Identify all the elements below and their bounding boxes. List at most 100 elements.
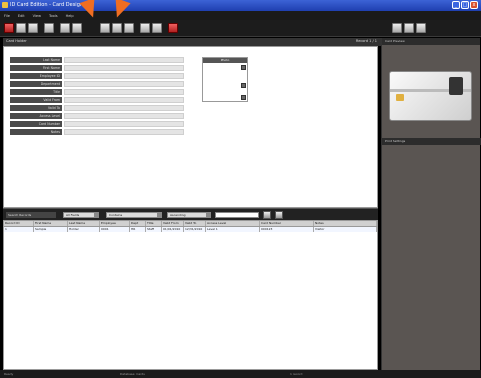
photo-label: Photo [203, 58, 247, 63]
view-list-icon[interactable] [404, 23, 414, 33]
table-cell: 01/01/2010 [162, 227, 184, 232]
field-select[interactable]: All Fields [63, 212, 99, 218]
table-cell: Staff [146, 227, 162, 232]
toolbar [0, 20, 481, 37]
access-level-field[interactable] [64, 113, 184, 119]
table-cell: HR [130, 227, 146, 232]
table-cell: 0001 [100, 227, 130, 232]
column-header[interactable]: Last Name [68, 221, 100, 226]
employee-id-field[interactable] [64, 73, 184, 79]
print-icon[interactable] [44, 23, 54, 33]
column-header[interactable]: First Name [34, 221, 68, 226]
sort-select[interactable]: Ascending [167, 212, 211, 218]
valid-from-field[interactable] [64, 97, 184, 103]
field-label: Last Name [10, 57, 62, 63]
records-grid: Record ID First Name Last Name Employee … [3, 220, 378, 370]
field-label: First Name [10, 65, 62, 71]
save-icon[interactable] [28, 23, 38, 33]
first-record-icon[interactable] [60, 23, 70, 33]
card-chip-icon [396, 94, 404, 101]
column-header[interactable]: Access Level [206, 221, 260, 226]
open-icon[interactable] [16, 23, 26, 33]
close-button[interactable]: x [470, 1, 478, 9]
card-preview-header: Card Preview [382, 38, 480, 45]
card-number-field[interactable] [64, 121, 184, 127]
print-settings-header: Print Settings [382, 138, 481, 145]
chevron-down-icon [206, 213, 210, 217]
window-title: ID Card Edition - Card Designer [10, 2, 89, 8]
card-preview-panel: Card Preview Print Settings [381, 38, 481, 370]
filter-label: Search Records [6, 212, 56, 218]
title-field[interactable] [64, 89, 184, 95]
status-left: Ready [4, 372, 14, 376]
column-header[interactable]: Employee [100, 221, 130, 226]
app-icon [2, 2, 8, 8]
menu-view[interactable]: View [33, 14, 41, 18]
delete-record-icon[interactable] [140, 23, 150, 33]
column-header[interactable]: Valid To [184, 221, 206, 226]
record-header-title: Card Holder [6, 39, 27, 43]
first-name-field[interactable] [64, 65, 184, 71]
table-cell: Level 1 [206, 227, 260, 232]
clear-filter-button[interactable] [275, 211, 283, 219]
chevron-down-icon [94, 213, 98, 217]
field-label: Valid To [10, 105, 62, 111]
field-label: Access Level [10, 113, 62, 119]
new-record-icon[interactable] [4, 23, 14, 33]
table-cell: Holder [68, 227, 100, 232]
column-header[interactable]: Title [146, 221, 162, 226]
capture-photo-button[interactable] [241, 83, 246, 88]
exit-icon[interactable] [168, 23, 178, 33]
field-label: Employee ID [10, 73, 62, 79]
column-header[interactable]: Dept [130, 221, 146, 226]
status-right: 1 record [290, 372, 303, 376]
table-cell: Visitor [314, 227, 377, 232]
field-label: Notes [10, 129, 62, 135]
minimize-button[interactable]: _ [452, 1, 460, 9]
record-counter: Record 1 / 1 [355, 39, 377, 43]
record-header: Card Holder Record 1 / 1 [3, 38, 381, 46]
field-label: Department [10, 81, 62, 87]
maximize-button[interactable]: □ [461, 1, 469, 9]
card-photo [449, 77, 463, 95]
table-row[interactable]: 1 Sample Holder 0001 HR Staff 01/01/2010… [4, 227, 377, 232]
menu-edit[interactable]: Edit [18, 14, 25, 18]
chevron-down-icon [157, 213, 161, 217]
column-header[interactable]: Card Number [260, 221, 314, 226]
last-name-field[interactable] [64, 57, 184, 63]
prev-record-icon[interactable] [72, 23, 82, 33]
search-input[interactable] [215, 212, 259, 218]
last-record-icon[interactable] [112, 23, 122, 33]
clear-photo-button[interactable] [241, 95, 246, 100]
column-header[interactable]: Record ID [4, 221, 34, 226]
column-header[interactable]: Notes [314, 221, 377, 226]
status-middle: Database: Cards [120, 372, 145, 376]
title-bar: ID Card Edition - Card Designer _ □ x [0, 0, 481, 11]
table-cell: 12/31/2010 [184, 227, 206, 232]
menu-tools[interactable]: Tools [49, 14, 58, 18]
id-card-preview[interactable] [389, 71, 472, 121]
settings-icon[interactable] [416, 23, 426, 33]
load-photo-button[interactable] [241, 65, 246, 70]
menu-help[interactable]: Help [66, 14, 74, 18]
next-record-icon[interactable] [100, 23, 110, 33]
view-card-icon[interactable] [392, 23, 402, 33]
table-cell: 000123 [260, 227, 314, 232]
filter-bar: Search Records All Fields Contains Ascen… [3, 208, 378, 220]
field-label: Card Number [10, 121, 62, 127]
field-label: Valid From [10, 97, 62, 103]
record-form: Last Name First Name Employee ID Departm… [3, 46, 378, 208]
operator-select[interactable]: Contains [106, 212, 162, 218]
photo-box[interactable]: Photo [202, 57, 248, 102]
search-button[interactable] [263, 211, 271, 219]
valid-to-field[interactable] [64, 105, 184, 111]
table-cell: 1 [4, 227, 34, 232]
search-icon[interactable] [152, 23, 162, 33]
add-record-icon[interactable] [124, 23, 134, 33]
menu-bar: File Edit View Tools Help [0, 11, 481, 20]
column-header[interactable]: Valid From [162, 221, 184, 226]
notes-field[interactable] [64, 129, 184, 135]
menu-file[interactable]: File [4, 14, 10, 18]
department-field[interactable] [64, 81, 184, 87]
field-label: Title [10, 89, 62, 95]
